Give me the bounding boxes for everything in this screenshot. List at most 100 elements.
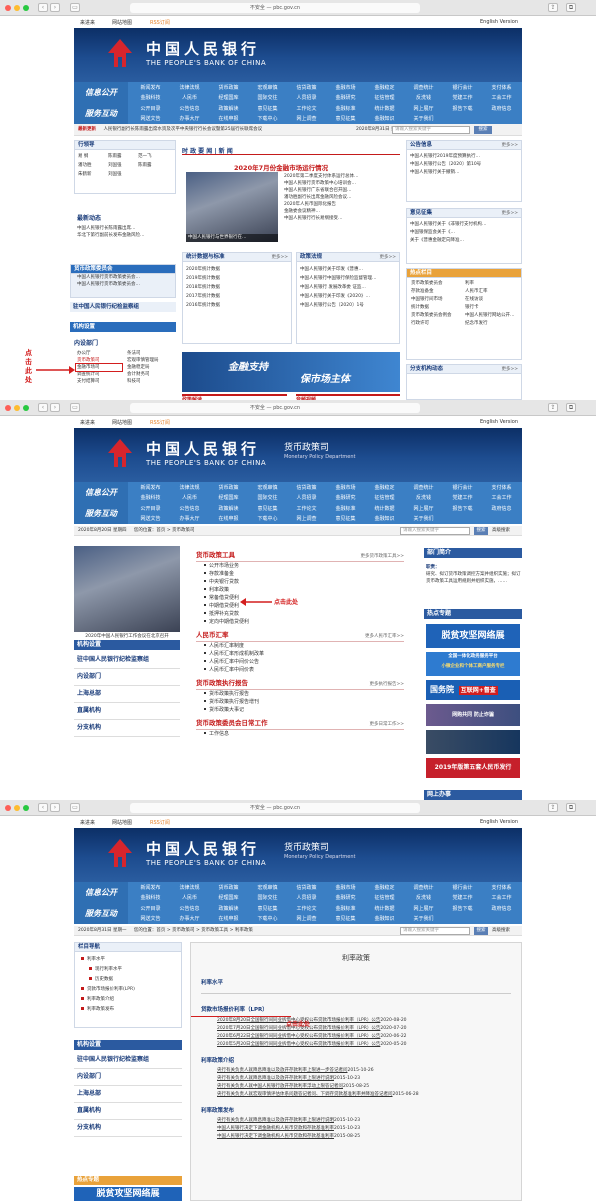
section-item-link[interactable]: 常备借贷便利 <box>209 595 239 601</box>
section-item-link[interactable]: 货币政策大事记 <box>209 707 244 713</box>
menu-item[interactable]: 宏观审慎 <box>247 483 288 493</box>
section-title[interactable]: 利率水平 <box>191 977 521 989</box>
menu-item[interactable]: 下载中心 <box>247 514 288 524</box>
menu-item[interactable]: 反洗钱 <box>403 93 444 103</box>
sidebar-icon[interactable]: ▭ <box>70 803 80 812</box>
menu-item[interactable]: 人民币 <box>169 493 210 503</box>
leader-name[interactable]: 朱鹤新 <box>78 170 108 179</box>
section-item-link[interactable]: 人民币汇率制度 <box>209 643 244 649</box>
window-controls[interactable] <box>5 5 32 13</box>
leader-name[interactable]: 刘国强 <box>108 170 138 179</box>
menu-item[interactable]: 货币政策 <box>208 483 249 493</box>
latest-item[interactable]: 中国人民银行长陈雨露出席… <box>74 225 176 232</box>
search-input[interactable]: 请输入搜索关键字 <box>400 527 470 535</box>
section-title[interactable]: 货币政策执行报告 <box>196 679 248 687</box>
mpc-item[interactable]: 中国人民银行货币政策委员会… <box>71 281 175 288</box>
section-item-link[interactable]: 抵押补充贷款 <box>209 611 239 617</box>
dept-link[interactable]: 会计财务司 <box>124 371 174 378</box>
menu-item[interactable]: 人员招录 <box>286 893 327 903</box>
promo-fraud[interactable]: 网购共同 防止诈骗 <box>426 704 520 726</box>
menu-item[interactable]: 党建工作 <box>442 93 483 103</box>
promo-poverty[interactable]: 脱贫攻坚网络展 <box>74 1187 182 1201</box>
menu-item[interactable]: 信贷政策 <box>286 483 327 493</box>
stats-item[interactable]: 2017年统计数据 <box>183 292 291 301</box>
rate-item-link[interactable]: 央行有关负责人就宏观审慎评估体系问题答记者问、下调存贷款基准利率并降准答记者问 <box>217 1092 393 1097</box>
mpc-item[interactable]: 中国人民银行货币政策委员会… <box>71 274 175 281</box>
hot-link[interactable]: 纪念币发行 <box>465 320 519 328</box>
dept-photo-caption[interactable]: 2020年中国人民银行工作会议在北京召开 <box>74 633 180 639</box>
menu-item[interactable]: 意见征集 <box>325 914 366 924</box>
rate-item-link[interactable]: 2020年5月20日全国银行间同业拆借中心受权公布贷款市场报价利率（LPR）公告 <box>217 1042 380 1047</box>
visit-link[interactable]: 来进来 <box>80 419 95 426</box>
sidebar-icon[interactable]: ▭ <box>70 403 80 412</box>
menu-item[interactable]: 政策解读 <box>208 104 249 114</box>
section-item-link[interactable]: 人民币汇率中间价表 <box>209 667 254 673</box>
column-nav-link[interactable]: 利率政策发布 <box>87 1007 114 1012</box>
menu-item[interactable]: 意见征集 <box>325 114 366 124</box>
law-item[interactable]: 中国人民银行关于印发《2020》… <box>297 292 399 301</box>
law-item[interactable]: 中国人民银行公告〔2020〕1号 <box>297 301 399 310</box>
menu-item[interactable]: 金融市场 <box>325 483 366 493</box>
back-icon[interactable]: ‹ <box>38 403 48 412</box>
promo-video[interactable] <box>426 730 520 754</box>
jijian-link[interactable]: 驻中国人民银行纪检监察组 <box>70 302 176 312</box>
side-link[interactable]: 驻中国人民银行纪检监察组 <box>74 652 180 669</box>
menu-item[interactable]: 金融标准 <box>325 104 366 114</box>
rate-item-link[interactable]: 央行有关负责人就降息降准以及放开存款利率上限进行说明 <box>217 1118 334 1123</box>
menu-item[interactable]: 银行会计 <box>442 83 483 93</box>
section-item-link[interactable]: 货币政策执行报告 <box>209 691 249 697</box>
menu-item[interactable]: 金融稳定 <box>364 483 405 493</box>
menu-item[interactable]: 信贷政策 <box>286 883 327 893</box>
menu-item[interactable]: 经理国库 <box>208 93 249 103</box>
dept-link[interactable]: 调查统计司 <box>74 371 124 378</box>
section-item-link[interactable]: 利率政策 <box>209 587 229 593</box>
dept-link[interactable]: 条法司 <box>124 350 174 357</box>
menu-item[interactable]: 网上展厅 <box>403 904 444 914</box>
menu-item[interactable]: 金融标准 <box>325 904 366 914</box>
section-item-link[interactable]: 中央银行贷款 <box>209 579 239 585</box>
menu-item[interactable]: 金融科技 <box>130 493 171 503</box>
menu-item[interactable]: 金融稳定 <box>364 83 405 93</box>
hot-link[interactable]: 统计数据 <box>411 304 465 312</box>
column-nav-link[interactable]: 贷款市场报价利率(LPR) <box>87 987 135 992</box>
gongkai-item[interactable]: 中国人民银行2019年度预算执行… <box>407 153 521 161</box>
section-item-link[interactable]: 人民币汇率中间价公告 <box>209 659 259 665</box>
dept-link[interactable]: 金融稳定局 <box>124 364 174 371</box>
tabs-icon[interactable]: ⧉ <box>566 403 576 412</box>
menu-item[interactable]: 网上调查 <box>286 914 327 924</box>
advanced-search-link[interactable]: 高级搜索 <box>492 526 510 536</box>
menu-item[interactable]: 金融研究 <box>325 893 366 903</box>
law-item[interactable]: 中国人民银行中国银行保险监督管理… <box>297 274 399 283</box>
menu-item[interactable]: 金融知识 <box>364 514 405 524</box>
back-icon[interactable]: ‹ <box>38 3 48 12</box>
search-input[interactable]: 请输入搜索关键字 <box>392 126 470 134</box>
menu-item[interactable]: 办事大厅 <box>169 914 210 924</box>
menu-item[interactable]: 人员招录 <box>286 93 327 103</box>
menu-item[interactable]: 金融标准 <box>325 504 366 514</box>
share-icon[interactable]: ⇪ <box>548 403 558 412</box>
rate-item-link[interactable]: 央行有关负责人就降息降准以及放开存款利率上限进行说明 <box>217 1076 334 1081</box>
section-title[interactable]: 利率政策发布 <box>191 1105 521 1117</box>
bank-name-cn[interactable]: 中国人民银行 <box>146 438 260 459</box>
menu-item[interactable]: 反洗钱 <box>403 893 444 903</box>
window-controls[interactable] <box>5 405 32 413</box>
hot-link[interactable]: 利率 <box>465 280 519 288</box>
menu-item[interactable]: 网送文告 <box>130 514 171 524</box>
hot-link[interactable]: 中国银行间市场 <box>411 296 465 304</box>
menu-item[interactable]: 支付体系 <box>481 883 522 893</box>
menu-item[interactable]: 支付体系 <box>481 83 522 93</box>
menu-item[interactable]: 公开目录 <box>130 904 171 914</box>
yijian-item[interactable]: 中国银保监会关于《… <box>407 229 521 237</box>
side-link[interactable]: 内设部门 <box>74 669 180 686</box>
hot-link[interactable]: 存款准备金 <box>411 288 465 296</box>
menu-item[interactable]: 金融知识 <box>364 914 405 924</box>
promo-banner[interactable]: 金融支持 保市场主体 <box>182 352 400 392</box>
search-button[interactable]: 搜索 <box>474 927 488 935</box>
promo-rmb[interactable]: 2019年版第五套人民币发行 <box>426 758 520 778</box>
menu-item[interactable]: 金融研究 <box>325 493 366 503</box>
section-item-link[interactable]: 存款准备金 <box>209 571 234 577</box>
menu-item[interactable]: 意见征集 <box>247 504 288 514</box>
menu-item[interactable]: 下载中心 <box>247 114 288 124</box>
column-nav-link[interactable]: 现行利率水平 <box>95 967 122 972</box>
share-icon[interactable]: ⇪ <box>548 3 558 12</box>
